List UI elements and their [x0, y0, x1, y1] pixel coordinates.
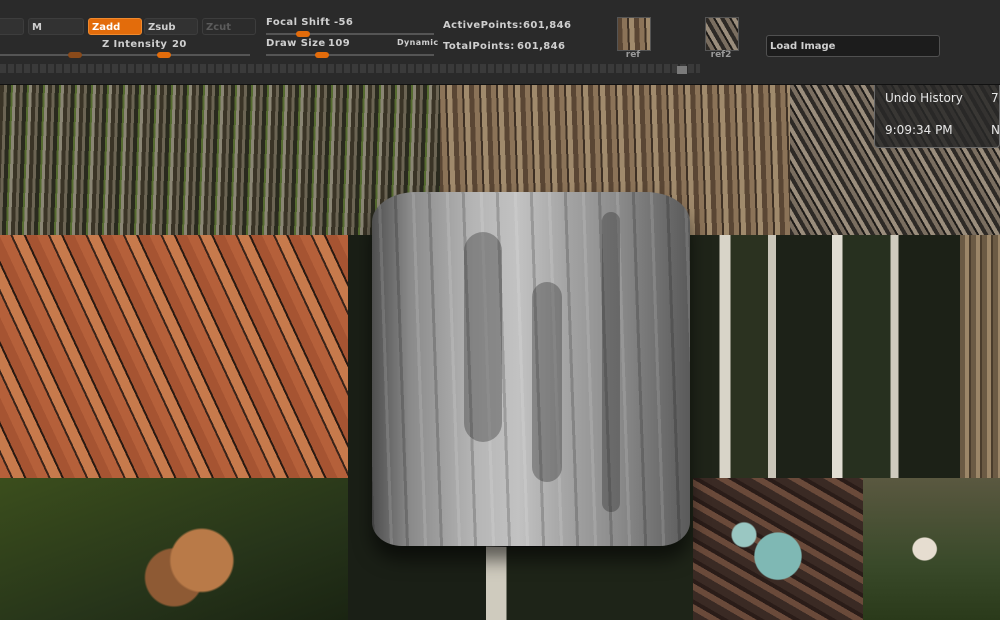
- draw-size-value: 109: [328, 38, 351, 49]
- load-image-button[interactable]: Load Image: [766, 35, 940, 57]
- reference-image-mushrooms: [0, 478, 348, 620]
- z-intensity-value: 20: [172, 39, 187, 50]
- dynamic-toggle[interactable]: Dynamic: [397, 38, 439, 47]
- undo-history-panel[interactable]: Undo History 7 9:09:34 PM N: [874, 85, 1000, 148]
- ref-thumbnail-label: ref: [625, 50, 641, 60]
- ref-thumbnail[interactable]: [617, 17, 651, 51]
- top-toolbar: M Zadd Zsub Zcut Z Intensity 20 Focal Sh…: [0, 0, 1000, 85]
- scroll-strip-handle[interactable]: [677, 66, 687, 74]
- zadd-button[interactable]: Zadd: [88, 18, 142, 35]
- z-intensity-knob[interactable]: [157, 52, 171, 58]
- stump-crack: [602, 212, 620, 512]
- draw-size-knob[interactable]: [315, 52, 329, 58]
- ref2-thumbnail[interactable]: [705, 17, 739, 51]
- z-intensity-label: Z Intensity: [102, 39, 168, 50]
- reference-image-white-mushroom: [863, 478, 1000, 620]
- focal-shift-label: Focal Shift: [266, 17, 331, 28]
- m-button[interactable]: M: [28, 18, 84, 35]
- draw-size-label: Draw Size: [266, 38, 326, 49]
- reference-image-pine-bark: [0, 235, 348, 478]
- zcut-button[interactable]: Zcut: [202, 18, 256, 35]
- focal-shift-value: -56: [334, 17, 354, 28]
- stump-crack: [532, 282, 562, 482]
- scroll-strip[interactable]: [0, 64, 700, 73]
- rgb-intensity-knob[interactable]: [68, 52, 82, 58]
- ref2-thumbnail-label: ref2: [710, 50, 732, 60]
- rgb-intensity-slider[interactable]: [0, 52, 90, 58]
- stump-crack: [464, 232, 502, 442]
- undo-history-time-suffix: N: [991, 123, 1000, 137]
- total-points-label: TotalPoints:: [443, 41, 515, 52]
- focal-shift-slider[interactable]: [266, 31, 434, 37]
- sculpted-stump-mesh[interactable]: [372, 192, 690, 546]
- left-cut-button[interactable]: [0, 18, 24, 35]
- draw-size-slider[interactable]: [266, 52, 434, 58]
- undo-history-time[interactable]: 9:09:34 PM: [885, 123, 953, 137]
- zsub-button[interactable]: Zsub: [144, 18, 198, 35]
- undo-history-title-suffix: 7: [991, 91, 999, 105]
- focal-shift-knob[interactable]: [296, 31, 310, 37]
- undo-history-title: Undo History: [885, 91, 963, 105]
- reference-image-aspen-trees: [693, 235, 960, 478]
- total-points-value: 601,846: [517, 41, 566, 52]
- active-points-label: ActivePoints:: [443, 20, 523, 31]
- active-points-value: 601,846: [523, 20, 572, 31]
- viewport-canvas[interactable]: Undo History 7 9:09:34 PM N: [0, 85, 1000, 620]
- reference-image-bark-edge: [960, 235, 1000, 478]
- z-intensity-slider[interactable]: [90, 52, 250, 58]
- reference-image-lichen: [693, 478, 863, 620]
